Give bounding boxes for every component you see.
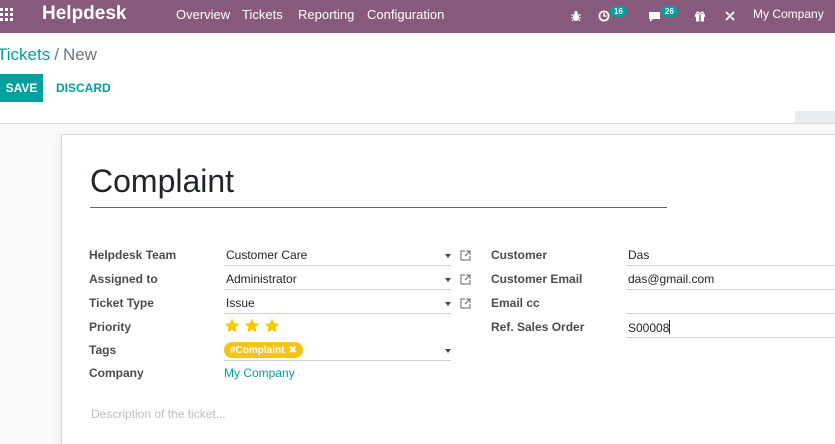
ticket-type-select[interactable]: Issue	[224, 292, 451, 314]
app-brand[interactable]: Helpdesk	[42, 3, 126, 25]
label-customer: Customer	[491, 248, 548, 262]
breadcrumb-current: New	[62, 45, 97, 64]
assigned-to-value: Administrator	[226, 272, 297, 286]
breadcrumb-separator: /	[54, 45, 59, 64]
label-ref-sales-order: Ref. Sales Order	[491, 320, 585, 334]
discard-button[interactable]: DISCARD	[56, 81, 111, 95]
label-company: Company	[89, 366, 144, 380]
priority-stars	[224, 318, 280, 333]
customer-input[interactable]: Das	[626, 244, 835, 266]
breadcrumb: Tickets / New	[0, 45, 97, 65]
label-helpdesk-team: Helpdesk Team	[89, 248, 177, 262]
messages-counter: 26	[661, 5, 678, 17]
breadcrumb-tickets[interactable]: Tickets	[0, 45, 50, 64]
label-tags: Tags	[89, 343, 117, 357]
customer-email-input[interactable]: das@gmail.com	[626, 268, 835, 290]
gift-icon[interactable]	[694, 4, 706, 28]
chevron-down-icon[interactable]	[445, 302, 451, 306]
label-ticket-type: Ticket Type	[89, 296, 154, 310]
menu-configuration[interactable]: Configuration	[367, 7, 444, 22]
menu-tickets[interactable]: Tickets	[242, 7, 283, 22]
tools-icon[interactable]	[724, 4, 736, 28]
menu-reporting[interactable]: Reporting	[298, 7, 354, 22]
ticket-type-value: Issue	[226, 296, 255, 310]
tag-complaint[interactable]: #Complaint ✖	[224, 342, 303, 358]
menu-overview[interactable]: Overview	[176, 7, 230, 22]
star-icon[interactable]	[244, 318, 260, 333]
apps-grid-icon[interactable]	[0, 8, 14, 22]
text-cursor	[669, 320, 671, 334]
chevron-down-icon[interactable]	[445, 278, 451, 282]
bug-icon[interactable]	[570, 4, 582, 28]
statusbar-stage-area	[795, 111, 835, 124]
activity-clock-icon[interactable]: 16	[598, 4, 627, 28]
chevron-down-icon[interactable]	[445, 254, 451, 258]
helpdesk-team-select[interactable]: Customer Care	[224, 244, 451, 266]
label-email-cc: Email cc	[491, 296, 540, 310]
description-input[interactable]: Description of the ticket...	[91, 407, 226, 421]
email-cc-input[interactable]	[626, 292, 835, 314]
star-icon[interactable]	[264, 318, 280, 333]
save-button[interactable]: SAVE	[0, 74, 43, 102]
label-assigned-to: Assigned to	[89, 272, 158, 286]
chevron-down-icon[interactable]	[445, 349, 451, 353]
company-link[interactable]: My Company	[224, 366, 295, 380]
customer-value: Das	[628, 248, 650, 262]
helpdesk-team-value: Customer Care	[226, 248, 308, 262]
chat-icon[interactable]: 26	[648, 4, 678, 28]
sales-order-input[interactable]: S00008	[626, 316, 835, 338]
activity-counter: 16	[610, 5, 627, 17]
company-switcher[interactable]: My Company	[753, 7, 824, 21]
star-icon[interactable]	[224, 318, 240, 333]
tag-label: #Complaint	[230, 344, 285, 356]
external-link-icon[interactable]	[460, 250, 471, 261]
label-customer-email: Customer Email	[491, 272, 583, 286]
ticket-title: Complaint	[90, 163, 235, 199]
external-link-icon[interactable]	[460, 274, 471, 285]
sales-order-value: S00008	[628, 321, 670, 335]
tag-remove-icon[interactable]: ✖	[288, 345, 296, 356]
top-navbar: Helpdesk Overview Tickets Reporting Conf…	[0, 0, 835, 33]
form-statusbar	[0, 111, 795, 124]
external-link-icon[interactable]	[460, 298, 471, 309]
customer-email-value: das@gmail.com	[628, 272, 715, 286]
label-priority: Priority	[89, 320, 132, 334]
assigned-to-select[interactable]: Administrator	[224, 268, 451, 290]
ticket-title-input[interactable]: Complaint	[90, 162, 667, 208]
